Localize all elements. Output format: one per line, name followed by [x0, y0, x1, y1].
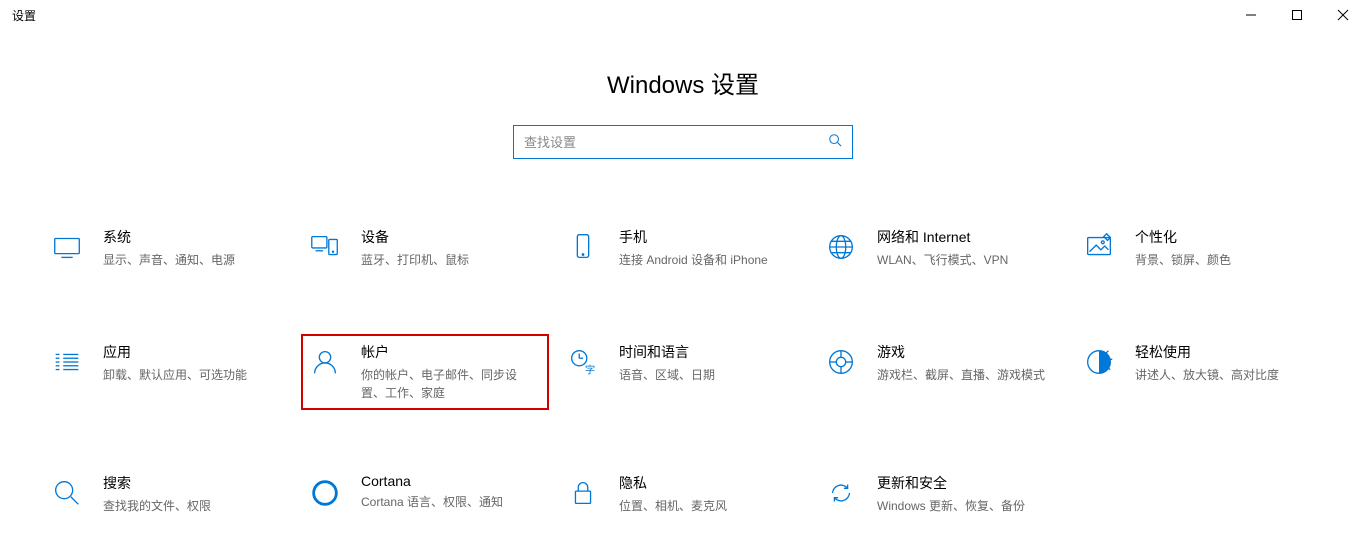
- ease-icon: [1081, 344, 1117, 380]
- search-input[interactable]: [524, 135, 828, 150]
- page-title: Windows 设置: [0, 65, 1366, 100]
- tile-text: 手机连接 Android 设备和 iPhone: [619, 227, 795, 269]
- tile-desc: Windows 更新、恢复、备份: [877, 497, 1047, 515]
- network-icon: [823, 229, 859, 265]
- tile-network[interactable]: 网络和 Internet WLAN、飞行模式、VPN: [817, 219, 1065, 279]
- window-controls: [1228, 0, 1366, 30]
- window-title: 设置: [12, 7, 36, 24]
- search-box[interactable]: [513, 125, 853, 159]
- personalize-icon: [1081, 229, 1117, 265]
- tile-text: 应用卸载、默认应用、可选功能: [103, 342, 279, 384]
- tile-apps[interactable]: 应用卸载、默认应用、可选功能: [43, 334, 291, 410]
- tile-title: 网络和 Internet: [877, 227, 1053, 247]
- tile-desc: 位置、相机、麦克风: [619, 497, 789, 515]
- settings-grid: 系统显示、声音、通知、电源 设备蓝牙、打印机、鼠标 手机连接 Android 设备和…: [23, 219, 1343, 525]
- tile-text: 网络和 Internet WLAN、飞行模式、VPN: [877, 227, 1053, 269]
- tile-text: 搜索查找我的文件、权限: [103, 473, 279, 515]
- tile-desc: 连接 Android 设备和 iPhone: [619, 251, 789, 269]
- tile-phone[interactable]: 手机连接 Android 设备和 iPhone: [559, 219, 807, 279]
- minimize-icon: [1245, 9, 1257, 21]
- tile-title: 系统: [103, 227, 279, 247]
- tile-desc: 语音、区域、日期: [619, 366, 789, 384]
- tile-desc: 讲述人、放大镜、高对比度: [1135, 366, 1305, 384]
- tile-text: 游戏游戏栏、截屏、直播、游戏模式: [877, 342, 1053, 384]
- tile-text: 设备蓝牙、打印机、鼠标: [361, 227, 537, 269]
- gaming-icon: [823, 344, 859, 380]
- tile-gaming[interactable]: 游戏游戏栏、截屏、直播、游戏模式: [817, 334, 1065, 410]
- titlebar: 设置: [0, 0, 1366, 30]
- tile-accounts[interactable]: 帐户你的帐户、电子邮件、同步设置、工作、家庭: [301, 334, 549, 410]
- accounts-icon: [307, 344, 343, 380]
- tile-devices[interactable]: 设备蓝牙、打印机、鼠标: [301, 219, 549, 279]
- timelang-icon: [565, 344, 601, 380]
- tile-privacy[interactable]: 隐私位置、相机、麦克风: [559, 465, 807, 525]
- maximize-button[interactable]: [1274, 0, 1320, 30]
- tile-title: 设备: [361, 227, 537, 247]
- tile-text: 个性化背景、锁屏、颜色: [1135, 227, 1311, 269]
- tile-desc: Cortana 语言、权限、通知: [361, 493, 531, 511]
- tile-title: 帐户: [361, 342, 537, 362]
- tile-desc: 蓝牙、打印机、鼠标: [361, 251, 531, 269]
- tile-title: Cortana: [361, 473, 537, 489]
- tile-text: 帐户你的帐户、电子邮件、同步设置、工作、家庭: [361, 342, 537, 402]
- search-icon: [49, 475, 85, 511]
- tile-personalize[interactable]: 个性化背景、锁屏、颜色: [1075, 219, 1323, 279]
- tile-desc: 背景、锁屏、颜色: [1135, 251, 1305, 269]
- tile-text: 时间和语言语音、区域、日期: [619, 342, 795, 384]
- tile-title: 时间和语言: [619, 342, 795, 362]
- search-icon: [828, 133, 842, 152]
- tile-text: 轻松使用讲述人、放大镜、高对比度: [1135, 342, 1311, 384]
- search-wrap: [0, 125, 1366, 159]
- privacy-icon: [565, 475, 601, 511]
- tile-ease[interactable]: 轻松使用讲述人、放大镜、高对比度: [1075, 334, 1323, 410]
- tile-text: 系统显示、声音、通知、电源: [103, 227, 279, 269]
- update-icon: [823, 475, 859, 511]
- tile-title: 隐私: [619, 473, 795, 493]
- close-button[interactable]: [1320, 0, 1366, 30]
- tile-title: 轻松使用: [1135, 342, 1311, 362]
- close-icon: [1337, 9, 1349, 21]
- tile-desc: 显示、声音、通知、电源: [103, 251, 273, 269]
- tile-update[interactable]: 更新和安全 Windows 更新、恢复、备份: [817, 465, 1065, 525]
- tile-title: 应用: [103, 342, 279, 362]
- minimize-button[interactable]: [1228, 0, 1274, 30]
- tile-desc: 游戏栏、截屏、直播、游戏模式: [877, 366, 1047, 384]
- tile-text: Cortana Cortana 语言、权限、通知: [361, 473, 537, 511]
- tile-desc: 卸载、默认应用、可选功能: [103, 366, 273, 384]
- tile-desc: WLAN、飞行模式、VPN: [877, 251, 1047, 269]
- tile-text: 隐私位置、相机、麦克风: [619, 473, 795, 515]
- tile-system[interactable]: 系统显示、声音、通知、电源: [43, 219, 291, 279]
- phone-icon: [565, 229, 601, 265]
- tile-text: 更新和安全 Windows 更新、恢复、备份: [877, 473, 1053, 515]
- tile-title: 更新和安全: [877, 473, 1053, 493]
- tile-desc: 你的帐户、电子邮件、同步设置、工作、家庭: [361, 366, 531, 402]
- system-icon: [49, 229, 85, 265]
- maximize-icon: [1291, 9, 1303, 21]
- tile-title: 手机: [619, 227, 795, 247]
- tile-title: 搜索: [103, 473, 279, 493]
- tile-search[interactable]: 搜索查找我的文件、权限: [43, 465, 291, 525]
- tile-title: 游戏: [877, 342, 1053, 362]
- devices-icon: [307, 229, 343, 265]
- tile-desc: 查找我的文件、权限: [103, 497, 273, 515]
- cortana-icon: [307, 475, 343, 511]
- apps-icon: [49, 344, 85, 380]
- tile-title: 个性化: [1135, 227, 1311, 247]
- tile-cortana[interactable]: Cortana Cortana 语言、权限、通知: [301, 465, 549, 525]
- tile-timelang[interactable]: 时间和语言语音、区域、日期: [559, 334, 807, 410]
